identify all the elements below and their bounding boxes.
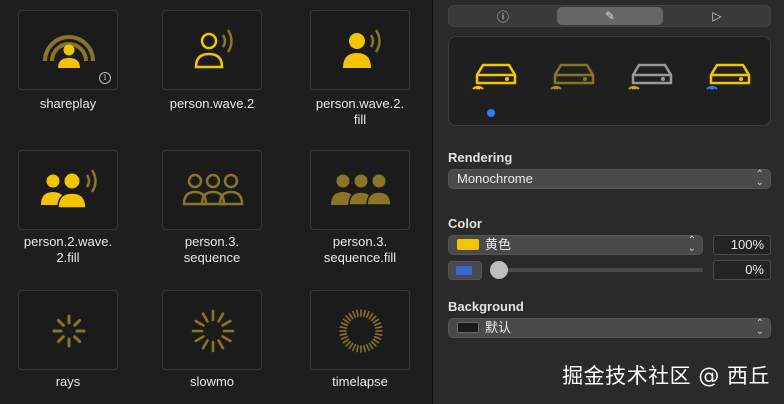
symbol-tile[interactable] (162, 150, 262, 230)
chevron-up-down-icon: ⌃ ⌄ (755, 318, 764, 337)
person-wave-2-icon (194, 29, 233, 69)
paintbrush-icon: ✎ (604, 9, 616, 23)
watermark: 掘金技术社区 @ 西丘 (562, 364, 770, 388)
rendering-label: Rendering (448, 150, 513, 165)
symbol-caption: person.2.wave. 2.fill (23, 234, 113, 265)
opacity-slider-knob[interactable] (490, 261, 508, 279)
symbol-caption: rays (55, 374, 81, 389)
background-label: Background (448, 299, 524, 314)
symbol-caption: slowmo (189, 374, 235, 389)
color-swatch (457, 239, 479, 250)
background-popup[interactable]: 默认 ⌃ ⌄ (448, 318, 771, 338)
symbol-tile[interactable] (310, 150, 410, 230)
car-wifi-hierarchical-icon[interactable] (549, 55, 599, 91)
symbol-caption: person.3. sequence (183, 234, 241, 265)
color-popup[interactable]: 黄色 ⌃ ⌄ (448, 235, 703, 255)
info-icon: ⓘ (496, 9, 509, 24)
color-opacity-field[interactable]: 100% (713, 235, 771, 255)
symbol-tile[interactable]: i (18, 10, 118, 90)
symbol-caption: person.wave.2 (169, 96, 255, 111)
background-swatch (457, 322, 479, 333)
tab-info[interactable]: ⓘ (450, 7, 556, 25)
symbol-caption: person.wave.2. fill (315, 96, 405, 127)
color-well-toggle[interactable] (448, 261, 482, 280)
rendering-popup[interactable]: Monochrome ⌃ ⌄ (448, 169, 771, 189)
color-label: Color (448, 216, 482, 231)
chevron-up-down-icon: ⌃ ⌄ (755, 169, 764, 188)
symbol-tile[interactable] (18, 290, 118, 370)
person-3-sequence-fill-icon (331, 174, 392, 206)
tab-rendering[interactable]: ✎ (557, 7, 663, 25)
symbol-tile[interactable] (162, 290, 262, 370)
tab-animation[interactable]: ▷ (664, 7, 770, 25)
opacity-slider-track[interactable] (493, 268, 703, 272)
person-wave-2-fill-icon (343, 29, 381, 68)
symbol-tile[interactable] (162, 10, 262, 90)
timelapse-icon (339, 309, 383, 353)
play-icon: ▷ (712, 9, 722, 23)
color-value: 黄色 (485, 237, 512, 252)
symbol-tile[interactable] (18, 150, 118, 230)
background-value: 默认 (485, 320, 512, 335)
color-well-fill (456, 266, 472, 275)
slider-value-field[interactable]: 0% (713, 260, 771, 280)
person-2-wave-2-fill-icon (41, 169, 97, 209)
symbol-grid: i shareplay person.wave.2 person.wave.2.… (0, 0, 432, 404)
car-wifi-monochrome-icon[interactable] (471, 55, 521, 91)
person-3-sequence-icon (182, 173, 244, 206)
symbol-caption: person.3. sequence.fill (323, 234, 397, 265)
slowmo-icon (191, 309, 235, 353)
selected-variant-indicator (487, 109, 495, 117)
rendering-value: Monochrome (457, 171, 533, 186)
inspector-panel: ⓘ ✎ ▷ Rendering Monochrome ⌃ ⌄ Color 黄色 … (433, 0, 784, 404)
rendering-preview (448, 36, 771, 126)
rays-icon (52, 314, 86, 348)
car-wifi-multicolor-icon[interactable] (705, 55, 755, 91)
chevron-up-down-icon: ⌃ ⌄ (687, 235, 696, 254)
symbol-caption: timelapse (332, 374, 388, 389)
car-wifi-palette-icon[interactable] (627, 55, 677, 91)
symbol-tile[interactable] (310, 290, 410, 370)
symbol-caption: shareplay (39, 96, 97, 111)
symbol-tile[interactable] (310, 10, 410, 90)
info-badge-icon[interactable]: i (99, 72, 111, 84)
inspector-tab-bar: ⓘ ✎ ▷ (448, 5, 771, 27)
